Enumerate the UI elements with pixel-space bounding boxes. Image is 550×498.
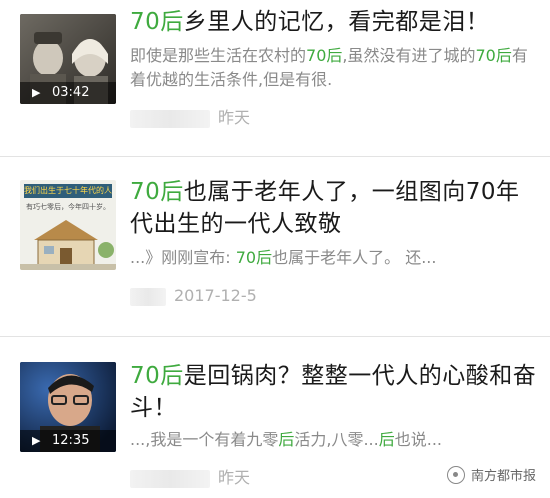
title-highlight: 70后 xyxy=(130,9,184,35)
article-title[interactable]: 70后也属于老年人了，一组图向70年代出生的一代人致敬 xyxy=(130,176,540,240)
article-date: 2017-12-5 xyxy=(174,286,257,305)
article-date: 昨天 xyxy=(218,108,251,127)
thumbnail-subtitle: 有巧七零后，今年四十岁。 xyxy=(26,203,110,211)
source-blurred xyxy=(130,109,210,128)
thumbnail-banner: 我们出生于七十年代的人们 xyxy=(24,184,112,198)
title-text: 乡里人的记忆，看完都是泪！ xyxy=(183,9,490,35)
article-meta: 昨天 xyxy=(130,104,251,128)
snippet-text: ...,我是一个有着九零 xyxy=(130,430,279,449)
snippet-highlight: 70后 xyxy=(306,46,343,65)
snippet-highlight: 后 xyxy=(378,430,395,449)
article-snippet: ...,我是一个有着九零后活力,八零...后也说... xyxy=(130,428,540,452)
snippet-text: 也属于老年人了。 还... xyxy=(272,248,437,267)
divider xyxy=(0,156,550,157)
watermark: 南方都市报 xyxy=(446,465,536,484)
snippet-highlight: 后 xyxy=(278,430,295,449)
divider xyxy=(0,336,550,337)
snippet-text: 即使是那些生活在农村的 xyxy=(130,46,307,65)
article-title[interactable]: 70后乡里人的记忆，看完都是泪！ xyxy=(130,6,540,38)
snippet-text: 也说... xyxy=(394,430,443,449)
article-thumbnail[interactable]: 我们出生于七十年代的人们 有巧七零后，今年四十岁。 xyxy=(20,180,116,270)
snippet-text: ...》刚刚宣布: xyxy=(130,248,236,267)
snippet-text: ,虽然没有进了城的 xyxy=(342,46,476,65)
snippet-text: 活力,八零... xyxy=(294,430,379,449)
title-text: 也属于老年人了，一组图向70年代出生的一代人致敬 xyxy=(130,179,520,237)
play-icon: ▶ xyxy=(32,434,41,447)
source-blurred xyxy=(130,287,166,306)
snippet-highlight: 70后 xyxy=(475,46,512,65)
source-blurred xyxy=(130,469,210,488)
article-snippet: ...》刚刚宣布: 70后也属于老年人了。 还... xyxy=(130,246,540,270)
article-thumbnail[interactable]: ▶ 03:42 xyxy=(20,14,116,104)
play-icon: ▶ xyxy=(32,86,41,99)
article-title[interactable]: 70后是回锅肉？整整一代人的心酸和奋斗！ xyxy=(130,360,540,424)
house-illustration xyxy=(20,220,116,270)
video-duration: 03:42 xyxy=(52,85,90,100)
title-text: 是回锅肉？整整一代人的心酸和奋斗！ xyxy=(130,363,537,421)
article-snippet: 即使是那些生活在农村的70后,虽然没有进了城的70后有着优越的生活条件,但是有很… xyxy=(130,44,540,92)
snippet-highlight: 70后 xyxy=(235,248,273,267)
article-date: 昨天 xyxy=(218,468,251,487)
article-thumbnail[interactable]: ▶ 12:35 xyxy=(20,362,116,452)
title-highlight: 70后 xyxy=(130,179,184,205)
video-duration-overlay: ▶ 12:35 xyxy=(20,430,116,452)
title-highlight: 70后 xyxy=(130,363,184,389)
article-meta: 昨天 xyxy=(130,464,251,488)
wechat-account-icon xyxy=(446,465,465,484)
video-duration: 12:35 xyxy=(52,433,90,448)
video-duration-overlay: ▶ 03:42 xyxy=(20,82,116,104)
watermark-text: 南方都市报 xyxy=(470,469,536,484)
article-meta: 2017-12-5 xyxy=(130,286,257,308)
